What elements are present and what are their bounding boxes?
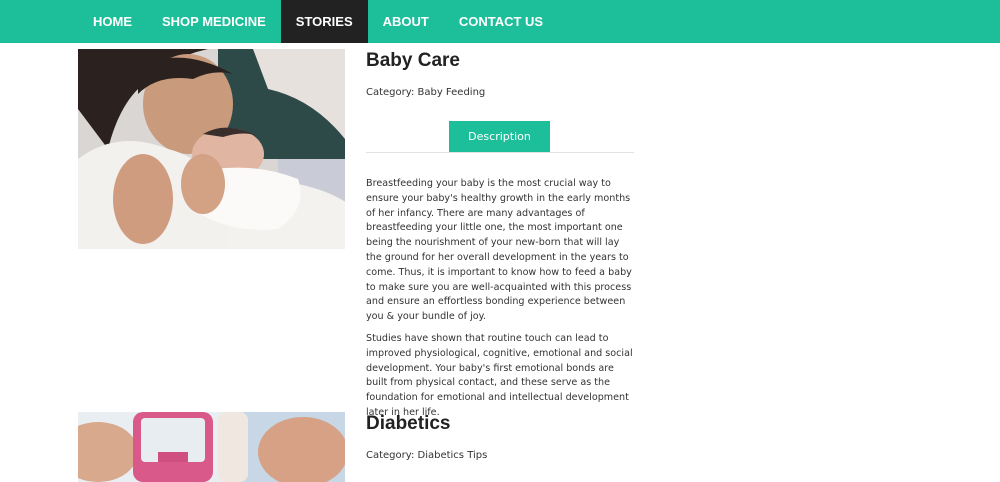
story-title: Baby Care [366,50,460,71]
story-description: Breastfeeding your baby is the most cruc… [366,177,636,428]
description-paragraph: Studies have shown that routine touch ca… [366,332,633,418]
tab-description[interactable]: Description [449,121,550,152]
description-paragraph: Breastfeeding your baby is the most cruc… [366,178,632,323]
top-navbar: HOME SHOP MEDICINE STORIES ABOUT CONTACT… [0,0,1000,43]
story-category: Category: Baby Feeding [366,87,486,98]
story-category: Category: Diabetics Tips [366,450,488,461]
nav-item-about[interactable]: ABOUT [368,0,444,43]
nav-item-stories[interactable]: STORIES [280,0,368,43]
glucose-meter-photo [78,412,345,482]
nav-menu: HOME SHOP MEDICINE STORIES ABOUT CONTACT… [78,0,558,43]
nav-item-home[interactable]: HOME [78,0,147,43]
story-diabetics: Diabetics Category: Diabetics Tips [0,412,1000,482]
mother-baby-photo [78,49,345,249]
nav-item-shop-medicine[interactable]: SHOP MEDICINE [147,0,281,43]
diabetics-image[interactable] [78,412,345,482]
tab-bar: Description [366,121,634,153]
story-title: Diabetics [366,413,451,434]
baby-care-image[interactable] [78,49,345,249]
nav-item-contact-us[interactable]: CONTACT US [444,0,558,43]
story-baby-care: Baby Care Category: Baby Feeding Descrip… [0,43,1000,418]
